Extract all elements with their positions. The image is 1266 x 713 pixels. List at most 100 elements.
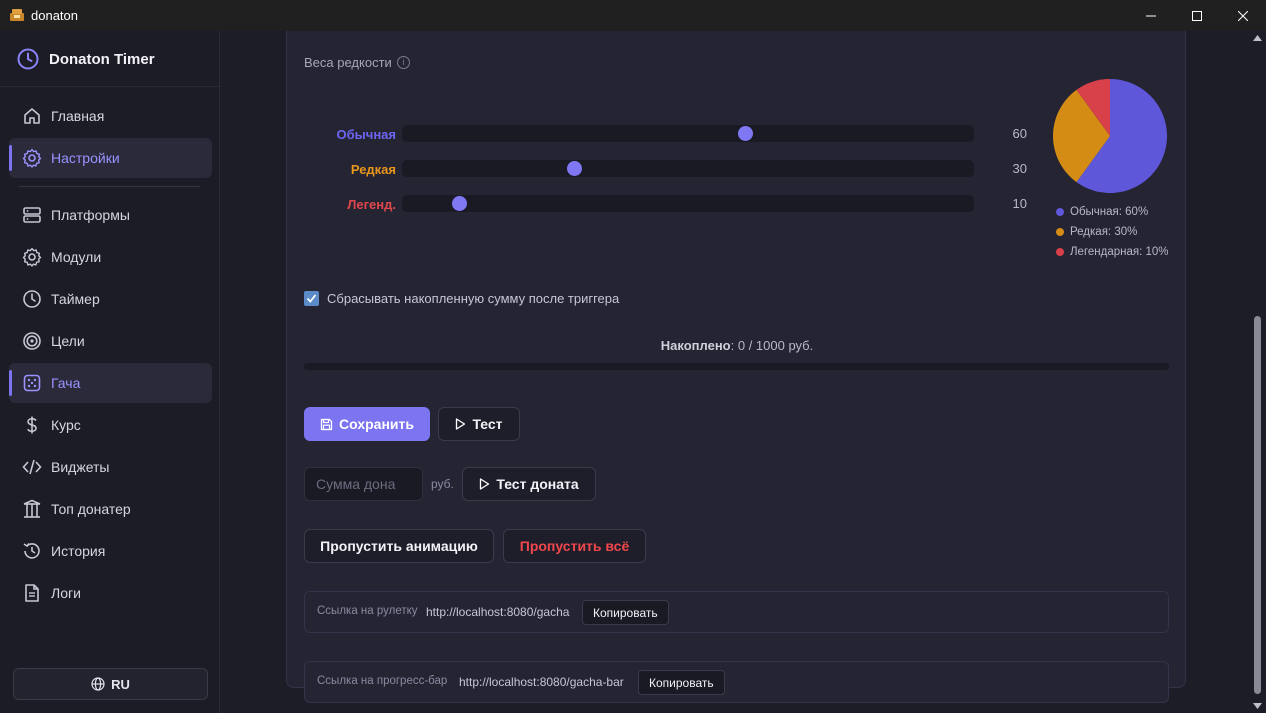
save-icon [320,418,333,430]
sidebar-item-label: Курс [51,417,81,433]
test-donation-label: Тест доната [496,476,579,492]
legend-label: Легендарная: 10% [1070,246,1169,258]
rarity-value-rare: 30 [1012,161,1027,176]
sidebar-item-label: Цели [51,333,85,349]
rarity-weights-title: Веса редкости [304,55,392,70]
sidebar-item-home[interactable]: Главная [9,96,212,136]
sidebar-item-label: Таймер [51,291,100,307]
server-icon [23,207,41,223]
language-button[interactable]: RU [13,668,208,700]
legend-dot [1056,248,1064,256]
rarity-slider-common[interactable] [402,125,974,142]
slider-thumb[interactable] [738,126,754,141]
code-icon [22,459,42,475]
scroll-thumb[interactable] [1254,316,1261,694]
rarity-label-common: Обычная [336,127,396,142]
sidebar-item-platforms[interactable]: Платформы [9,195,212,235]
sidebar-item-modules[interactable]: Модули [9,237,212,277]
legend-label: Обычная: 60% [1070,206,1149,218]
copy-button[interactable]: Копировать [638,670,725,695]
sidebar-item-top-donater[interactable]: Топ донатер [9,489,212,529]
sidebar-item-logs[interactable]: Логи [9,573,212,613]
rarity-label-legendary: Легенд. [347,197,396,212]
dice-icon [23,374,41,392]
sidebar-item-rate[interactable]: Курс [9,405,212,445]
maximize-button[interactable] [1174,0,1220,31]
sidebar-item-widgets[interactable]: Виджеты [9,447,212,487]
slider-thumb[interactable] [566,161,582,176]
minimize-button[interactable] [1128,0,1174,31]
sidebar-item-settings[interactable]: Настройки [9,138,212,178]
sidebar-item-label: Платформы [51,207,130,223]
target-icon [23,332,41,350]
gear-icon [22,148,42,168]
accumulated-text: Накоплено: 0 / 1000 руб. [287,338,1187,353]
scrollbar[interactable] [1250,31,1266,713]
legend-item-common: Обычная: 60% [1056,206,1148,218]
sidebar-item-label: Настройки [51,150,120,166]
sidebar-item-gacha[interactable]: Гача [9,363,212,403]
reset-checkbox-label: Сбрасывать накопленную сумму после тригг… [327,291,620,306]
window-title: donaton [31,8,78,23]
roulette-link-box: Ссылка на рулетку http://localhost:8080/… [304,591,1169,633]
sidebar-item-label: История [51,543,106,559]
check-icon [306,294,317,303]
test-donation-button[interactable]: Тест доната [462,467,596,501]
link-url[interactable]: http://localhost:8080/gacha [426,605,569,619]
close-icon [1238,10,1248,21]
link-url[interactable]: http://localhost:8080/gacha-bar [459,675,624,689]
test-button[interactable]: Тест [438,407,520,441]
globe-icon [91,677,105,691]
sidebar-item-goals[interactable]: Цели [9,321,212,361]
legend-item-rare: Редкая: 30% [1056,226,1137,238]
link-label: Ссылка на рулетку [317,605,418,617]
columns-icon [23,499,41,518]
file-icon [25,584,39,602]
clock-icon [23,290,41,308]
scroll-up-icon[interactable] [1253,35,1262,41]
brand-title: Donaton Timer [49,51,155,68]
sidebar-item-label: Виджеты [51,459,110,475]
save-label: Сохранить [339,416,414,432]
legend-item-legendary: Легендарная: 10% [1056,246,1169,258]
play-icon [456,418,466,430]
info-icon[interactable]: i [397,56,410,69]
copy-button[interactable]: Копировать [582,600,669,625]
legend-dot [1056,228,1064,236]
skip-all-label: Пропустить всё [519,538,630,554]
skip-animation-button[interactable]: Пропустить анимацию [304,529,494,563]
sidebar-item-history[interactable]: История [9,531,212,571]
accumulated-progress-bar [304,363,1169,370]
sidebar-item-label: Главная [51,108,105,124]
maximize-icon [1192,10,1202,21]
rarity-label-rare: Редкая [350,162,396,177]
dollar-icon [27,416,37,434]
save-button[interactable]: Сохранить [304,407,430,441]
sidebar-item-timer[interactable]: Таймер [9,279,212,319]
close-button[interactable] [1220,0,1266,31]
accumulated-value: : 0 / 1000 руб. [730,338,814,353]
skip-all-button[interactable]: Пропустить всё [503,529,646,563]
minimize-icon [1146,15,1156,16]
rarity-slider-legendary[interactable] [402,195,974,212]
app-icon [10,9,24,21]
sidebar-item-label: Гача [51,375,81,391]
language-label: RU [111,676,130,692]
reset-checkbox[interactable] [304,291,319,306]
slider-thumb[interactable] [452,196,468,211]
currency-unit: руб. [431,477,454,491]
donation-amount-input[interactable] [304,467,423,501]
rarity-value-common: 60 [1012,126,1027,141]
link-label: Ссылка на прогресс-бар [317,675,448,687]
skip-animation-label: Пропустить анимацию [320,538,478,554]
scroll-down-icon[interactable] [1253,703,1262,709]
sidebar-item-label: Топ донатер [51,501,131,517]
rarity-slider-rare[interactable] [402,160,974,177]
play-icon [480,478,490,490]
test-label: Тест [472,416,503,432]
legend-dot [1056,208,1064,216]
rarity-pie-chart [1053,79,1167,193]
progress-bar-link-box: Ссылка на прогресс-бар http://localhost:… [304,661,1169,703]
sidebar-item-label: Логи [51,585,81,601]
legend-label: Редкая: 30% [1070,226,1138,238]
